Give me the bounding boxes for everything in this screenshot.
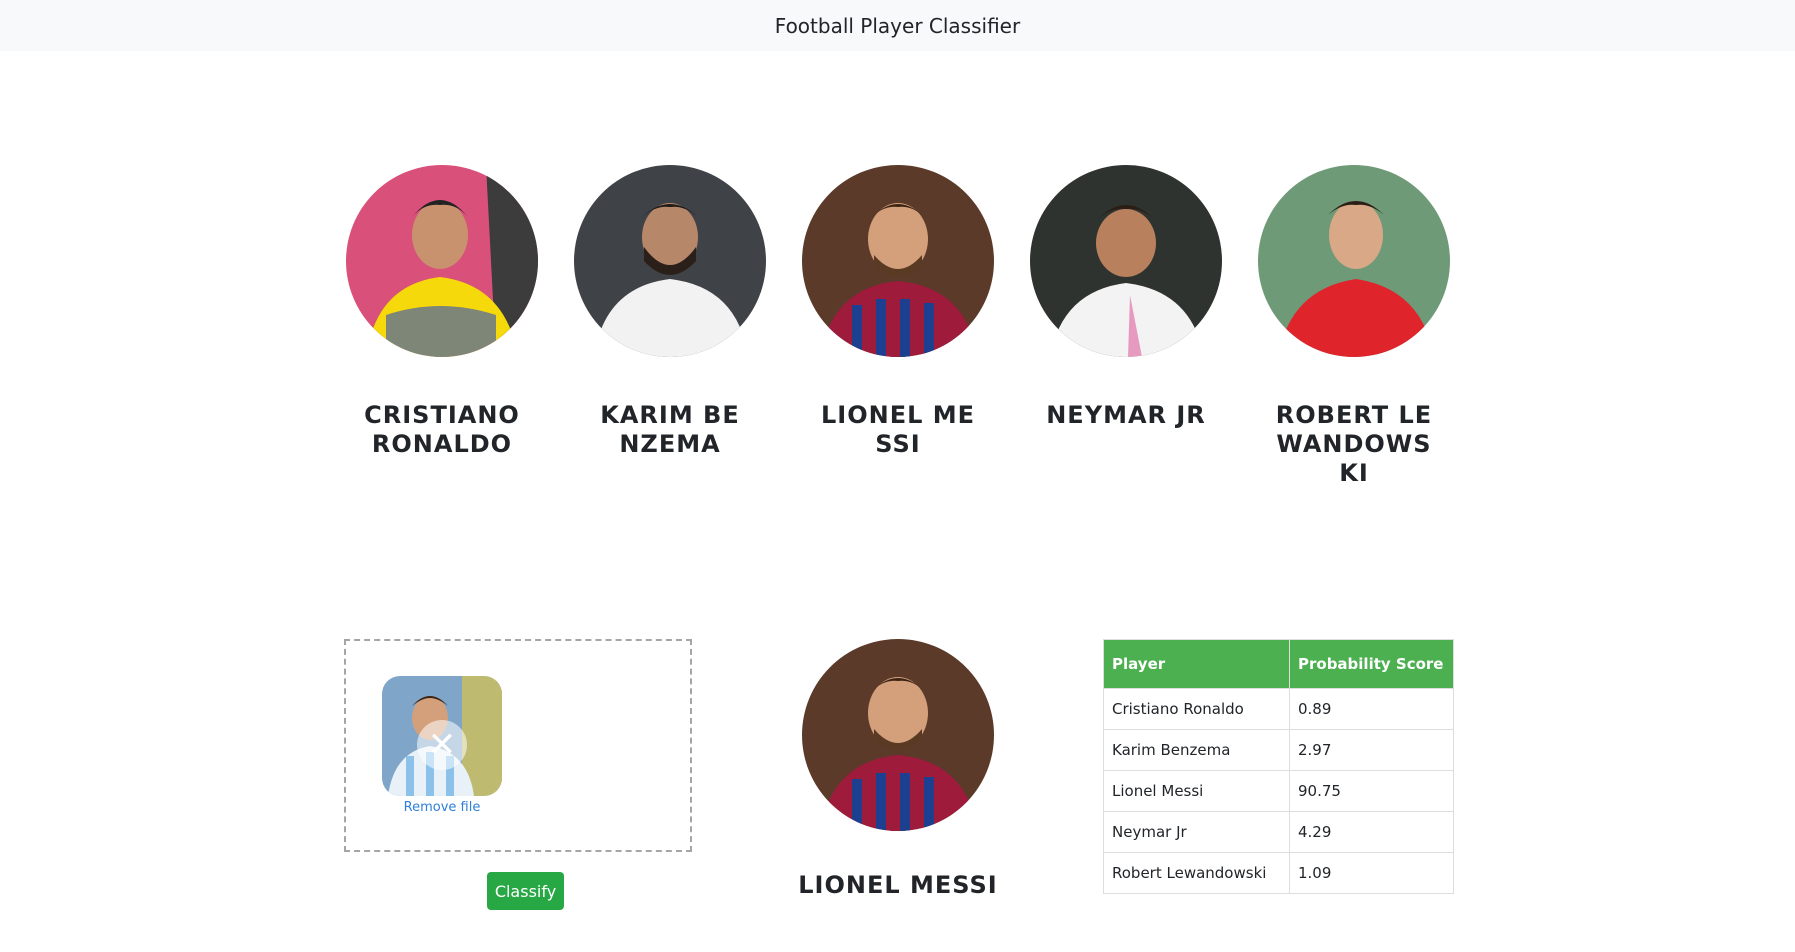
player-card-lewandowski[interactable]: Robert Lewandowski (1254, 165, 1454, 488)
table-row: Lionel Messi 90.75 (1103, 770, 1454, 812)
player-photo-icon (574, 165, 766, 357)
result-name-text: Lionel Messi (798, 871, 998, 899)
player-cell: Karim Benzema (1103, 729, 1290, 771)
player-photo-icon (346, 165, 538, 357)
player-cell: Robert Lewandowski (1103, 852, 1290, 894)
player-card-messi[interactable]: Lionel Messi (798, 165, 998, 459)
table-row: Neymar Jr 4.29 (1103, 811, 1454, 853)
close-icon[interactable]: ✕ (417, 720, 467, 770)
score-cell: 4.29 (1289, 811, 1454, 853)
table-header-row: Player Probability Score (1103, 639, 1454, 689)
player-card-ronaldo[interactable]: Cristiano Ronaldo (342, 165, 542, 459)
player-name: Karim Benzema (600, 401, 740, 458)
score-cell: 1.09 (1289, 852, 1454, 894)
app-title: Football Player Classifier (774, 13, 1021, 38)
probability-table: Player Probability Score Cristiano Ronal… (1103, 639, 1454, 894)
score-cell: 2.97 (1289, 729, 1454, 771)
table-row: Robert Lewandowski 1.09 (1103, 852, 1454, 894)
column-header-probability: Probability Score (1289, 639, 1454, 689)
classify-button[interactable]: Classify (487, 872, 564, 910)
player-cell: Neymar Jr (1103, 811, 1290, 853)
player-photo-icon (1030, 165, 1222, 357)
player-cell: Lionel Messi (1103, 770, 1290, 812)
player-photo-icon (1258, 165, 1450, 357)
result-card: Lionel Messi (798, 639, 998, 899)
player-photo-icon (802, 639, 994, 831)
uploaded-image-thumbnail: ✕ (382, 676, 502, 796)
upload-dropzone[interactable]: ✕ Remove file (344, 639, 692, 852)
player-name: Neymar Jr (1046, 401, 1206, 429)
player-card-neymar[interactable]: Neymar Jr (1026, 165, 1226, 430)
table-row: Cristiano Ronaldo 0.89 (1103, 688, 1454, 730)
player-name: Cristiano Ronaldo (364, 401, 520, 458)
column-header-player: Player (1103, 639, 1290, 689)
player-name: Lionel Messi (820, 401, 976, 458)
navbar: Football Player Classifier (0, 0, 1795, 51)
result-player-name: Lionel Messi (798, 871, 998, 899)
table-row: Karim Benzema 2.97 (1103, 729, 1454, 771)
player-card-benzema[interactable]: Karim Benzema (570, 165, 770, 459)
score-cell: 0.89 (1289, 688, 1454, 730)
player-cell: Cristiano Ronaldo (1103, 688, 1290, 730)
player-photo-icon (802, 165, 994, 357)
player-name: Robert Lewandowski (1275, 401, 1433, 487)
remove-file-link[interactable]: Remove file (382, 800, 502, 815)
score-cell: 90.75 (1289, 770, 1454, 812)
